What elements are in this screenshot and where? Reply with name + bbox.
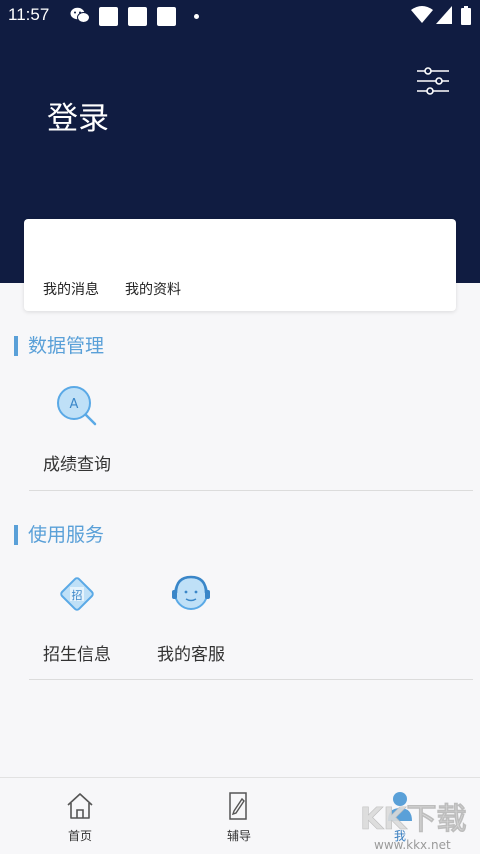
- score-query-icon: A: [57, 386, 97, 426]
- battery-icon: [461, 6, 471, 25]
- more-notifications-icon: [194, 14, 199, 19]
- tab-home-label: 首页: [67, 829, 92, 843]
- svg-text:A: A: [70, 397, 79, 412]
- section-divider: [29, 679, 473, 680]
- score-query-tile[interactable]: A 成绩查询: [32, 384, 122, 494]
- tutoring-icon: [229, 792, 247, 820]
- home-icon: [67, 793, 93, 819]
- tab-tutoring-label: 辅导: [226, 829, 251, 843]
- customer-service-label: 我的客服: [157, 645, 225, 665]
- my-messages-link[interactable]: 我的消息: [43, 279, 99, 299]
- status-time: 11:57: [8, 5, 50, 24]
- section-title-data-management: 数据管理: [14, 336, 104, 356]
- login-link[interactable]: 登录: [47, 93, 109, 138]
- tab-home[interactable]: 首页: [40, 778, 120, 854]
- customer-service-tile[interactable]: 我的客服: [146, 574, 236, 684]
- admission-info-tile[interactable]: 招 招生信息: [32, 574, 122, 684]
- svg-text:招: 招: [72, 588, 83, 602]
- settings-sliders-icon[interactable]: [417, 66, 449, 96]
- notification-icon: [157, 7, 176, 26]
- profile-card: 我的消息 我的资料: [24, 219, 456, 311]
- wechat-icon: [70, 7, 90, 23]
- admission-info-label: 招生信息: [43, 645, 111, 665]
- my-profile-link[interactable]: 我的资料: [125, 279, 181, 299]
- customer-service-icon: [172, 575, 210, 610]
- svg-text:KK下载: KK下载: [360, 802, 467, 837]
- section-title-services: 使用服务: [14, 525, 104, 545]
- status-bar: 11:57: [0, 0, 480, 32]
- tab-tutoring[interactable]: 辅导: [199, 778, 279, 854]
- notification-icon: [128, 7, 147, 26]
- section-divider: [29, 490, 473, 491]
- notification-icon: [99, 7, 118, 26]
- wifi-icon: [411, 6, 433, 23]
- admission-info-icon: 招: [60, 577, 94, 611]
- svg-text:www.kkx.net: www.kkx.net: [374, 838, 451, 852]
- kk-download-watermark: KK下载 www.kkx.net: [360, 802, 467, 852]
- score-query-label: 成绩查询: [43, 455, 111, 475]
- signal-icon: [436, 6, 452, 24]
